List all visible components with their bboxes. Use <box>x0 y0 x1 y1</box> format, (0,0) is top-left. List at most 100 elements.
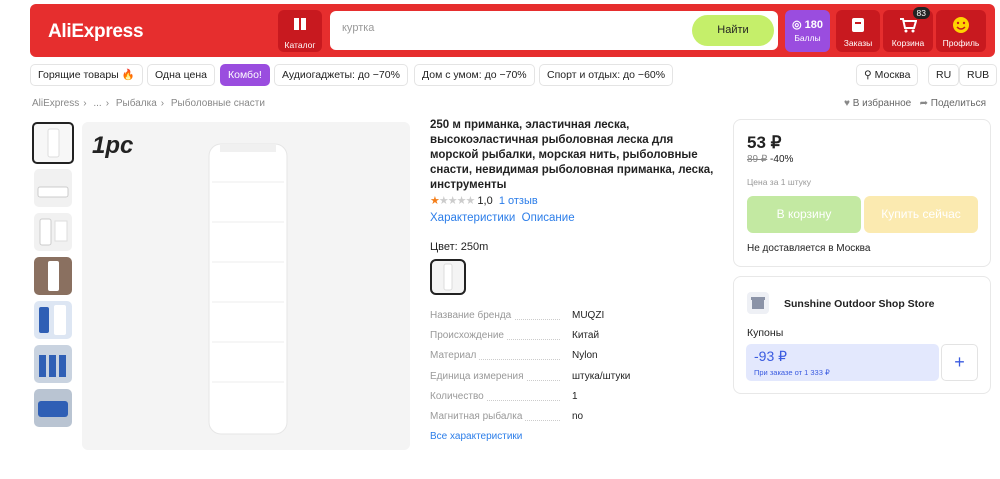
share-icon: ➦ <box>919 98 928 109</box>
delivery-note: Не доставляется в Москва <box>747 243 871 254</box>
rating-row: ★★★★★ 1,0 1 отзыв <box>430 194 538 207</box>
promo-pill-one-price[interactable]: Одна цена <box>147 64 215 86</box>
spec-value: Китай <box>572 330 600 341</box>
points-value: ◎ 180 <box>791 19 823 31</box>
buy-now-button[interactable]: Купить сейчас <box>864 196 978 233</box>
discount-badge: -40% <box>770 154 794 165</box>
thumbnail-image <box>39 218 68 246</box>
gallery-thumb-3[interactable] <box>34 213 72 251</box>
store-name[interactable]: Sunshine Outdoor Shop Store <box>784 298 935 310</box>
breadcrumb-item[interactable]: ... <box>93 98 101 109</box>
orders-button[interactable]: Заказы <box>836 10 880 52</box>
gallery-thumb-2[interactable] <box>34 169 72 207</box>
language-selector[interactable]: RU <box>928 64 960 86</box>
add-coupon-button[interactable]: + <box>941 344 978 381</box>
catalog-icon <box>294 18 306 30</box>
chevron-right-icon: › <box>105 98 110 109</box>
points-button[interactable]: ◎ 180 Баллы <box>785 10 830 52</box>
spec-key: Материал <box>430 350 480 361</box>
reviews-link[interactable]: 1 отзыв <box>499 195 538 207</box>
spec-row: Название бренда MUQZI <box>430 310 690 324</box>
thumbnail-image <box>38 401 68 417</box>
spool-thumb-image <box>443 263 453 291</box>
add-to-cart-button[interactable]: В корзину <box>747 196 861 233</box>
promo-pill-audio[interactable]: Аудиогаджеты: до −70% <box>274 64 408 86</box>
favorite-label: В избранное <box>852 98 912 109</box>
catalog-button[interactable]: Каталог <box>278 10 322 52</box>
spec-row: Единица измерения штука/штуки <box>430 371 690 385</box>
color-swatch-250m[interactable] <box>430 259 466 295</box>
thumbnail-image <box>37 186 69 198</box>
gallery-thumb-6[interactable] <box>34 345 72 383</box>
orders-label: Заказы <box>843 38 873 48</box>
buy-box: 53 ₽ 89 ₽ -40% Цена за 1 штуку В корзину… <box>733 119 991 267</box>
orders-icon <box>852 18 864 32</box>
spec-row: Количество 1 <box>430 391 690 405</box>
chevron-right-icon: › <box>83 98 87 109</box>
promo-pill-hot[interactable]: Горящие товары 🔥 <box>30 64 143 86</box>
promo-pill-combo[interactable]: Комбо! <box>220 64 270 86</box>
thumbnail-image <box>48 261 59 291</box>
search-input[interactable] <box>342 22 682 34</box>
cart-label: Корзина <box>891 38 925 48</box>
tab-description[interactable]: Описание <box>522 212 575 224</box>
tab-specs[interactable]: Характеристики <box>430 212 515 224</box>
chevron-right-icon: › <box>160 98 165 109</box>
breadcrumb-item[interactable]: Рыбалка <box>116 98 157 109</box>
all-specs-link[interactable]: Все характеристики <box>430 431 522 442</box>
promo-pill-home[interactable]: Дом с умом: до −70% <box>414 64 535 86</box>
heart-icon: ♥ <box>844 98 850 109</box>
share-button[interactable]: ➦ Поделиться <box>920 98 986 109</box>
gallery-thumb-7[interactable] <box>34 389 72 427</box>
store-icon[interactable] <box>747 292 769 314</box>
unit-price-note: Цена за 1 штуку <box>747 177 811 187</box>
spec-value: MUQZI <box>572 310 605 321</box>
cart-button[interactable]: 83 Корзина <box>883 7 933 52</box>
city-label: Москва <box>874 69 911 81</box>
spec-row: Магнитная рыбалка no <box>430 411 690 425</box>
points-number: 180 <box>804 19 823 31</box>
gallery-thumb-5[interactable] <box>34 301 72 339</box>
thumbnail-image <box>39 355 66 377</box>
image-quantity-badge: 1pc <box>92 132 134 159</box>
old-price-row: 89 ₽ -40% <box>747 154 793 165</box>
profile-label: Профиль <box>942 38 980 48</box>
product-tabs: Характеристики Описание <box>430 212 575 224</box>
coupons-label: Купоны <box>747 327 784 339</box>
search-button[interactable]: Найти <box>692 15 774 46</box>
aliexpress-logo[interactable]: AliExpress <box>48 21 144 43</box>
spec-value: Nylon <box>572 350 598 361</box>
color-label: Цвет: 250m <box>430 241 489 253</box>
gallery-thumb-4[interactable] <box>34 257 72 295</box>
breadcrumb-item[interactable]: AliExpress <box>32 98 79 109</box>
gallery-thumb-1[interactable] <box>32 122 74 164</box>
spec-key: Название бренда <box>430 310 515 321</box>
add-to-favorites-button[interactable]: ♥ В избранное <box>844 98 911 109</box>
storefront-glyph <box>751 297 765 309</box>
coupon-card[interactable]: -93 ₽ При заказе от 1 333 ₽ <box>746 344 939 381</box>
cart-icon <box>900 18 918 33</box>
cart-count-badge: 83 <box>912 7 930 19</box>
spec-row: Материал Nylon <box>430 350 690 364</box>
city-selector[interactable]: ⚲ Москва <box>856 64 919 86</box>
spec-key: Магнитная рыбалка <box>430 411 526 422</box>
spec-key: Единица измерения <box>430 371 527 382</box>
breadcrumb: AliExpress › ... › Рыбалка › Рыболовные сна… <box>32 98 269 109</box>
coupon-amount: -93 ₽ <box>754 348 788 364</box>
currency-selector[interactable]: RUB <box>959 64 998 86</box>
spec-value: штука/штуки <box>572 371 631 382</box>
spec-row: Происхождение Китай <box>430 330 690 344</box>
old-price: 89 ₽ <box>747 154 768 165</box>
main-product-image[interactable]: 1pc <box>82 122 410 450</box>
page-actions: ♥ В избранное ➦ Поделиться <box>844 98 986 109</box>
star-rating-icon: ★★★★★ <box>430 195 475 207</box>
spool-image <box>208 143 288 435</box>
promo-pill-sport[interactable]: Спорт и отдых: до −60% <box>539 64 674 86</box>
spec-value: no <box>572 411 584 422</box>
share-label: Поделиться <box>930 98 986 109</box>
store-card: Sunshine Outdoor Shop Store Купоны -93 ₽… <box>733 276 991 394</box>
search-box: Найти <box>330 11 778 50</box>
breadcrumb-item[interactable]: Рыболовные снасти <box>171 98 265 109</box>
smiley-icon <box>953 17 969 33</box>
profile-button[interactable]: Профиль <box>936 10 986 52</box>
